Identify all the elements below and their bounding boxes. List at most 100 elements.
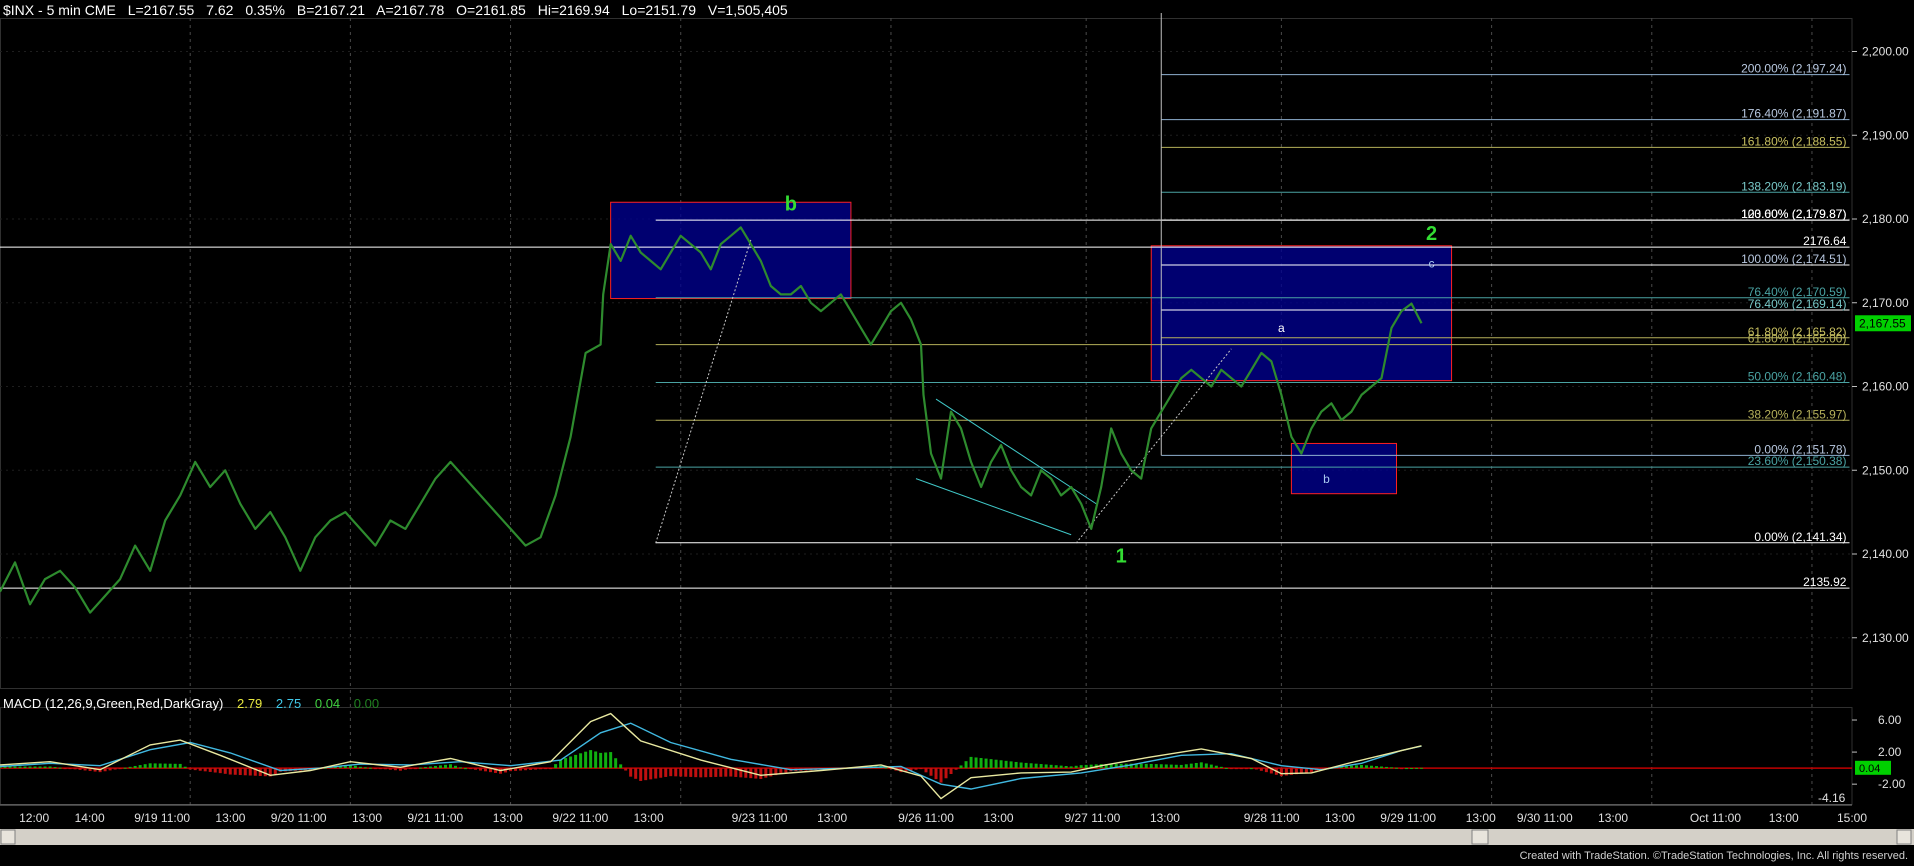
macd-histogram-bar xyxy=(484,768,488,772)
macd-histogram-bar xyxy=(73,768,77,770)
x-tick-label: 9/27 11:00 xyxy=(1065,811,1121,825)
macd-histogram-bar xyxy=(984,758,988,769)
macd-histogram-bar xyxy=(208,768,212,772)
x-tick-label: 13:00 xyxy=(1325,811,1355,825)
credit-text: Created with TradeStation. ©TradeStation… xyxy=(1519,850,1908,862)
macd-histogram-bar xyxy=(1184,764,1188,769)
high-price: Hi=2169.94 xyxy=(537,2,610,18)
macd-histogram-bar xyxy=(1019,762,1023,769)
macd-histogram-bar xyxy=(939,768,943,783)
macd-histogram-bar xyxy=(709,768,713,778)
macd-histogram-bar xyxy=(1204,763,1208,769)
macd-histogram-bar xyxy=(423,767,427,769)
horizontal-scrollbar xyxy=(0,829,1914,845)
macd-histogram-bar xyxy=(1029,763,1033,769)
macd-histogram-bar xyxy=(1074,765,1078,769)
y-tick-label: 2,170.00 xyxy=(1862,296,1909,310)
macd-histogram-bar xyxy=(438,765,442,769)
macd-histogram-bar xyxy=(914,768,918,770)
macd-histogram-bar xyxy=(1179,764,1183,769)
macd-histogram-bar xyxy=(168,763,172,769)
macd-label: MACD (12,26,9,Green,Red,DarkGray) xyxy=(3,696,224,711)
macd-histogram-bar xyxy=(1390,767,1394,769)
macd-histogram-bar xyxy=(53,767,57,769)
macd-histogram-bar xyxy=(133,765,137,769)
symbol-header: $INX - 5 min CME L=2167.55 7.62 0.35% B=… xyxy=(3,1,796,19)
macd-histogram-bar xyxy=(453,765,457,769)
macd-histogram-bar xyxy=(38,766,42,769)
scroll-right-button[interactable] xyxy=(1896,829,1912,845)
macd-histogram-bar xyxy=(679,768,683,777)
macd-histogram-bar xyxy=(964,761,968,769)
macd-histogram-bar xyxy=(1194,762,1198,769)
macd-histogram-bar xyxy=(1159,764,1163,769)
macd-histogram-bar xyxy=(103,768,107,772)
macd-histogram-bar xyxy=(398,768,402,771)
macd-histogram-bar xyxy=(1084,764,1088,769)
macd-histogram-bar xyxy=(28,766,32,769)
x-tick-label: 9/19 11:00 xyxy=(134,811,190,825)
fib-label-left: 2176.64 xyxy=(1803,234,1847,248)
macd-histogram-bar xyxy=(378,768,382,770)
y-tick-label: 2,150.00 xyxy=(1862,463,1909,477)
x-tick-label: 13:00 xyxy=(984,811,1014,825)
macd-histogram-bar xyxy=(1359,764,1363,769)
macd-histogram-bar xyxy=(48,766,52,769)
wave-label: b xyxy=(1323,472,1330,486)
macd-histogram-bar xyxy=(1410,767,1414,769)
macd-histogram-bar xyxy=(1069,766,1073,769)
scroll-thumb[interactable] xyxy=(1471,829,1489,845)
wave-label: c xyxy=(1429,257,1435,271)
macd-tick-label: -2.00 xyxy=(1878,777,1906,791)
macd-histogram-bar xyxy=(714,768,718,777)
x-tick-label: 15:00 xyxy=(1837,811,1867,825)
macd-histogram-bar xyxy=(529,768,533,770)
macd-histogram-bar xyxy=(959,765,963,769)
macd-histogram-bar xyxy=(924,768,928,773)
macd-histogram-bar xyxy=(934,768,938,780)
open-price: O=2161.85 xyxy=(456,2,526,18)
chart-background xyxy=(0,0,1914,866)
macd-histogram-bar xyxy=(1349,765,1353,769)
y-tick-label: 2,180.00 xyxy=(1862,212,1909,226)
volume: V=1,505,405 xyxy=(707,2,788,18)
x-tick-label: 9/20 11:00 xyxy=(271,811,327,825)
fib-label-right: 161.80% (2,188.55) xyxy=(1741,134,1846,148)
macd-tick-label: 2.00 xyxy=(1878,745,1902,759)
macd-histogram-bar xyxy=(639,768,643,781)
wave-label: 2 xyxy=(1426,223,1437,245)
macd-histogram-bar xyxy=(954,768,958,770)
macd-histogram-bar xyxy=(148,763,152,769)
macd-histogram-bar xyxy=(108,768,112,771)
macd-histogram-bar xyxy=(63,768,67,770)
macd-histogram-bar xyxy=(1139,763,1143,769)
macd-histogram-bar xyxy=(684,768,688,777)
macd-histogram-bar xyxy=(1144,763,1148,769)
fib-label-right: 138.20% (2,183.19) xyxy=(1741,179,1846,193)
scroll-left-button[interactable] xyxy=(0,829,16,845)
macd-histogram-bar xyxy=(198,768,202,771)
macd-histogram-bar xyxy=(228,768,232,775)
x-tick-label: 9/23 11:00 xyxy=(732,811,788,825)
macd-histogram-bar xyxy=(1379,766,1383,769)
macd-histogram-bar xyxy=(744,768,748,778)
macd-histogram-bar xyxy=(579,753,583,769)
macd-histogram-bar xyxy=(1354,765,1358,769)
macd-histogram-bar xyxy=(979,758,983,769)
macd-histogram-bar xyxy=(158,763,162,769)
macd-histogram-bar xyxy=(1284,768,1288,776)
macd-histogram-bar xyxy=(654,768,658,779)
macd-histogram-bar xyxy=(1249,768,1253,770)
macd-histogram-bar xyxy=(1374,766,1378,769)
macd-histogram-bar xyxy=(213,768,217,773)
y-tick-label: 2,160.00 xyxy=(1862,380,1909,394)
macd-histogram-bar xyxy=(113,768,117,770)
macd-histogram-bar xyxy=(764,768,768,778)
macd-histogram-bar xyxy=(929,768,933,776)
macd-histogram-bar xyxy=(1149,763,1153,769)
macd-histogram-bar xyxy=(1415,767,1419,769)
macd-histogram-bar xyxy=(534,768,538,770)
fib-label-right: 123.60% (2,179.87) xyxy=(1741,207,1846,221)
macd-histogram-bar xyxy=(1209,764,1213,769)
macd-tick-label: 6.00 xyxy=(1878,713,1902,727)
